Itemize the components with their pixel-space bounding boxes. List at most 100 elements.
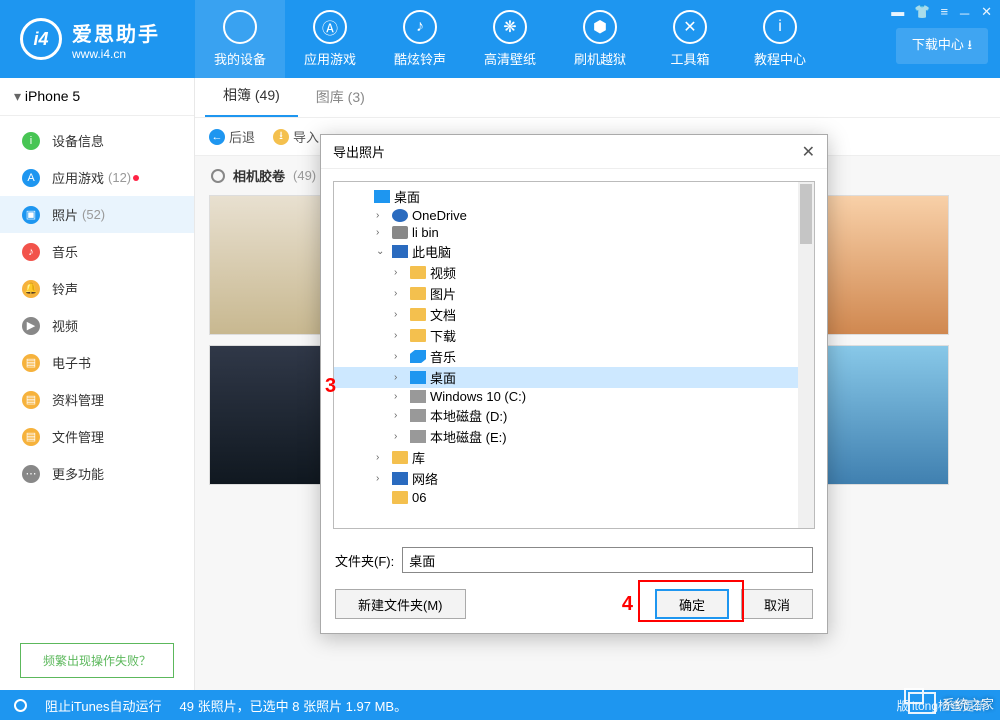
dialog-buttons: 新建文件夹(M) 4 确定 取消 <box>321 579 827 633</box>
tab-0[interactable]: 相簿 (49) <box>205 75 298 117</box>
tree-label: 视频 <box>430 263 456 282</box>
faq-link[interactable]: 频繁出现操作失败？ <box>20 643 174 678</box>
tree-label: Windows 10 (C:) <box>430 389 526 404</box>
minimize-icon[interactable]: － <box>958 4 971 23</box>
feedback-icon[interactable]: ▬ <box>891 4 904 23</box>
sidebar-icon: ▤ <box>22 428 40 446</box>
sidebar-item-7[interactable]: ▤资料管理 <box>0 381 194 418</box>
ok-button[interactable]: 确定 <box>655 589 729 619</box>
folder-input[interactable] <box>402 547 813 573</box>
tree-user-icon <box>392 226 408 239</box>
nav-icon: ❋ <box>493 10 527 44</box>
sidebar-menu: i设备信息A应用游戏(12)▣照片(52)♪音乐🔔铃声▶视频▤电子书▤资料管理▤… <box>0 116 194 631</box>
tree-label: 06 <box>412 490 426 505</box>
download-center-button[interactable]: 下载中心 ⭳ <box>896 28 988 64</box>
folder-tree[interactable]: 桌面›OneDrive›li bin⌄此电脑›视频›图片›文档›下载›音乐›桌面… <box>333 181 815 529</box>
skin-icon[interactable]: 👕 <box>914 4 930 23</box>
section-count: (49) <box>293 168 316 183</box>
nav-item-3[interactable]: ❋高清壁纸 <box>465 0 555 78</box>
tree-node[interactable]: ›li bin <box>334 224 814 241</box>
annotation-4: 4 <box>622 593 633 616</box>
nav-item-4[interactable]: ⬢ 刷机越狱 <box>555 0 645 78</box>
photo-thumb[interactable] <box>809 195 949 335</box>
sidebar-item-5[interactable]: ▶视频 <box>0 307 194 344</box>
tree-node[interactable]: ›本地磁盘 (D:) <box>334 405 814 426</box>
sidebar-item-6[interactable]: ▤电子书 <box>0 344 194 381</box>
tree-node[interactable]: ›图片 <box>334 283 814 304</box>
tree-label: 音乐 <box>430 347 456 366</box>
tree-label: 此电脑 <box>412 242 451 261</box>
sidebar-icon: ▶ <box>22 317 40 335</box>
tree-node[interactable]: ›库 <box>334 447 814 468</box>
sidebar-item-1[interactable]: A应用游戏(12) <box>0 159 194 196</box>
tree-node[interactable]: ›视频 <box>334 262 814 283</box>
tree-node[interactable]: ⌄此电脑 <box>334 241 814 262</box>
device-selector[interactable]: iPhone 5 <box>0 78 194 116</box>
nav-icon: ⬢ <box>583 10 617 44</box>
tree-node[interactable]: ›下载 <box>334 325 814 346</box>
dialog-close-button[interactable]: ✕ <box>802 142 815 162</box>
brand-name: 爱思助手 <box>72 18 160 47</box>
sidebar-item-3[interactable]: ♪音乐 <box>0 233 194 270</box>
nav-label: 工具箱 <box>670 49 709 68</box>
sidebar-icon: A <box>22 169 40 187</box>
tree-folder-icon <box>410 329 426 342</box>
select-all-ring[interactable] <box>211 169 225 183</box>
status-selection: 49 张照片，已选中 8 张照片 1.97 MB。 <box>180 696 408 715</box>
tree-pc-icon <box>392 245 408 258</box>
close-icon[interactable]: ✕ <box>981 4 992 23</box>
itunes-toggle[interactable] <box>14 699 27 712</box>
nav-item-1[interactable]: Ⓐ应用游戏 <box>285 0 375 78</box>
tree-arrow-icon: › <box>376 227 388 238</box>
import-icon: ⭳ <box>273 129 289 145</box>
sidebar-item-0[interactable]: i设备信息 <box>0 122 194 159</box>
new-folder-button[interactable]: 新建文件夹(M) <box>335 589 466 619</box>
menu-icon[interactable]: ≡ <box>940 4 948 23</box>
nav-label: 刷机越狱 <box>574 49 626 68</box>
folder-input-row: 文件夹(F): <box>321 541 827 579</box>
sidebar-item-4[interactable]: 🔔铃声 <box>0 270 194 307</box>
back-button[interactable]: ← 后退 <box>209 127 255 146</box>
photo-thumb[interactable] <box>809 345 949 485</box>
import-button[interactable]: ⭳ 导入 <box>273 127 319 146</box>
app-header: i4 爱思助手 www.i4.cn 我的设备Ⓐ应用游戏♪酷炫铃声❋高清壁纸⬢刷机… <box>0 0 1000 78</box>
tree-arrow-icon: › <box>394 309 406 320</box>
tree-node[interactable]: 06 <box>334 489 814 506</box>
tree-node[interactable]: ›本地磁盘 (E:) <box>334 426 814 447</box>
tree-scrollbar[interactable] <box>798 182 814 528</box>
tree-node[interactable]: › OneDrive <box>334 207 814 224</box>
sidebar-item-2[interactable]: ▣照片(52) <box>0 196 194 233</box>
folder-label: 文件夹(F): <box>335 551 394 570</box>
nav-item-6[interactable]: i教程中心 <box>735 0 825 78</box>
tree-folder-icon <box>410 308 426 321</box>
tree-node[interactable]: ›桌面 <box>334 367 814 388</box>
tab-1[interactable]: 图库 (3) <box>298 77 383 117</box>
dialog-title: 导出照片 <box>333 142 385 161</box>
sidebar-icon: i <box>22 132 40 150</box>
sidebar-icon: 🔔 <box>22 280 40 298</box>
tree-node[interactable]: 桌面 <box>334 186 814 207</box>
cancel-button[interactable]: 取消 <box>741 589 813 619</box>
sidebar-item-8[interactable]: ▤文件管理 <box>0 418 194 455</box>
status-bar: 阻止iTunes自动运行 49 张照片，已选中 8 张照片 1.97 MB。 版… <box>0 690 1000 720</box>
sidebar-icon: ▣ <box>22 206 40 224</box>
tree-node[interactable]: ›网络 <box>334 468 814 489</box>
sidebar-count: (12) <box>108 170 131 185</box>
nav-icon: i <box>763 10 797 44</box>
nav-item-0[interactable]: 我的设备 <box>195 0 285 78</box>
tree-node[interactable]: ›音乐 <box>334 346 814 367</box>
sidebar-label: 更多功能 <box>52 464 104 483</box>
nav-item-5[interactable]: ✕工具箱 <box>645 0 735 78</box>
tree-label: 库 <box>412 448 425 467</box>
status-itunes: 阻止iTunes自动运行 <box>45 696 162 715</box>
tree-arrow-icon: › <box>394 372 406 383</box>
tree-label: OneDrive <box>412 208 467 223</box>
main-nav: 我的设备Ⓐ应用游戏♪酷炫铃声❋高清壁纸 ⬢ 刷机越狱 ✕工具箱i教程中心 <box>195 0 825 78</box>
nav-item-2[interactable]: ♪酷炫铃声 <box>375 0 465 78</box>
sidebar-item-9[interactable]: ⋯更多功能 <box>0 455 194 492</box>
tree-node[interactable]: ›文档 <box>334 304 814 325</box>
tree-arrow-icon: › <box>376 210 388 221</box>
tree-label: 桌面 <box>394 187 420 206</box>
tree-desktop-icon <box>374 190 390 203</box>
tree-node[interactable]: ›Windows 10 (C:) <box>334 388 814 405</box>
